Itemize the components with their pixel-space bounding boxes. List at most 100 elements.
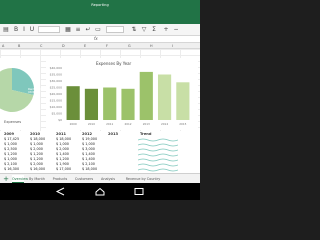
bar-2014[interactable] (157, 74, 172, 121)
table-cell[interactable]: $ 1,400 (82, 157, 95, 161)
y-tick-label: $15,000 (50, 99, 62, 103)
bar-2015[interactable] (176, 82, 190, 120)
column-header[interactable]: B (18, 44, 20, 48)
table-cell[interactable]: $ 17,000 (56, 167, 71, 171)
bar-2009[interactable] (66, 86, 80, 120)
table-cell[interactable]: $ 3,000 (82, 147, 95, 151)
android-nav-bar (0, 183, 200, 200)
add-sheet-button[interactable]: + (2, 175, 10, 183)
table-cell[interactable]: $ 1,200 (4, 152, 17, 156)
table-cell[interactable]: $ 1,200 (56, 157, 69, 161)
table-cell[interactable]: $ 1,200 (30, 157, 43, 161)
sheet-tabs: + Overview By Month Products Customers A… (0, 173, 200, 183)
table-cell[interactable]: $ 2,000 (30, 147, 43, 151)
table-cell[interactable]: $ 18,000 (56, 137, 71, 141)
pie-chart-card[interactable]: Rent and Utilities Expenses (0, 58, 41, 130)
table-cell[interactable]: $ 2,500 (4, 147, 17, 151)
formula-bar[interactable]: fx (0, 36, 200, 43)
bar-2012[interactable] (121, 88, 135, 120)
tab-products[interactable]: Products (50, 175, 70, 183)
sparkline (138, 138, 178, 142)
x-tick-label: 2011 (106, 122, 113, 126)
table-cell[interactable]: $ 1,000 (4, 142, 17, 146)
filter-icon[interactable]: ▽ (140, 26, 148, 34)
sparkline (138, 163, 178, 167)
insert-icon[interactable]: + (162, 26, 170, 34)
sparkline (138, 153, 178, 157)
column-header[interactable]: A (2, 44, 4, 48)
tab-overview[interactable]: Overview (12, 175, 28, 183)
table-cell[interactable]: $ 18,000 (82, 167, 97, 171)
table-cell[interactable]: $ 2,000 (56, 147, 69, 151)
bar-2010[interactable] (84, 88, 99, 120)
table-header: 2009 (4, 132, 15, 136)
bar-chart: $0 $5,000 $10,000 $15,000 $20,000 $25,000 $30,… (50, 66, 190, 126)
table-cell[interactable]: $ 1,200 (30, 152, 43, 156)
tab-customers[interactable]: Customers (72, 175, 96, 183)
app-window: Reporting File Home Review View ▤ B I U … (0, 0, 200, 200)
tab-revenue-by-country[interactable]: Revenue by Country (120, 175, 166, 183)
merge-icon[interactable]: ▭ (94, 26, 102, 34)
column-header[interactable]: H (150, 44, 153, 48)
table-cell[interactable]: $ 1,400 (56, 152, 69, 156)
number-format-box[interactable] (106, 26, 124, 33)
x-tick-label: 2010 (88, 122, 95, 126)
bold-icon[interactable]: B (12, 26, 20, 34)
pie-label: Rent and Utilities (28, 87, 41, 94)
home-icon[interactable] (93, 187, 107, 196)
paste-icon[interactable]: ▤ (2, 26, 10, 34)
table-cell[interactable]: $ 1,000 (82, 142, 95, 146)
table-cell[interactable]: $ 1,000 (56, 142, 69, 146)
table-header: 2013 (108, 132, 119, 136)
x-tick-label: 2015 (179, 122, 186, 126)
sparkline (138, 158, 178, 162)
y-tick-label: $5,000 (52, 112, 63, 116)
table-cell[interactable]: $ 2,100 (4, 162, 17, 166)
column-header[interactable]: C (40, 44, 42, 48)
column-header[interactable]: G (128, 44, 131, 48)
underline-icon[interactable]: U (28, 26, 36, 34)
tab-analysis[interactable]: Analysis (98, 175, 118, 183)
table-header: 2010 (30, 132, 41, 136)
table-cell[interactable]: $ 1,400 (82, 152, 95, 156)
align-icon[interactable]: ≡ (74, 26, 82, 34)
table-cell[interactable]: $ 2,000 (30, 162, 43, 166)
y-tick-label: $30,000 (50, 79, 62, 83)
tab-by-month[interactable]: By Month (26, 175, 48, 183)
table-cell[interactable]: $ 16,000 (30, 167, 45, 171)
table-cell[interactable]: $ 1,900 (56, 162, 69, 166)
bar-2013[interactable] (139, 71, 153, 120)
column-header[interactable]: F (106, 44, 108, 48)
bar-2011[interactable] (103, 87, 117, 121)
x-tick-label: 2013 (143, 122, 150, 126)
function-icon: fx (94, 36, 98, 41)
x-tick-label: 2014 (161, 122, 168, 126)
document-title: Reporting (91, 3, 109, 7)
italic-icon[interactable]: I (20, 26, 28, 34)
bar-chart-card[interactable]: Expenses By Year $0 $5,000 $10,000 $15,000 $… (46, 58, 198, 130)
sort-icon[interactable]: ⇅ (130, 26, 138, 34)
table-cell[interactable]: $ 16,300 (4, 167, 19, 171)
wrap-icon[interactable]: ↵ (84, 26, 92, 34)
y-tick-label: $20,000 (50, 92, 62, 96)
table-cell[interactable]: $ 19,000 (82, 137, 97, 141)
sum-icon[interactable]: Σ (150, 26, 158, 34)
pie-chart-title: Expenses (4, 120, 22, 124)
table-cell[interactable]: $ 17,425 (4, 137, 19, 141)
table-cell[interactable]: $ 1,000 (4, 157, 17, 161)
column-header[interactable]: D (62, 44, 65, 48)
title-bar: Reporting (0, 0, 200, 15)
column-header[interactable]: I (172, 44, 173, 48)
back-icon[interactable] (54, 187, 68, 196)
table-cell[interactable]: $ 1,000 (30, 142, 43, 146)
sparkline (138, 143, 178, 147)
column-header[interactable]: E (84, 44, 86, 48)
delete-icon[interactable]: − (172, 26, 180, 34)
recents-icon[interactable] (132, 187, 146, 196)
font-size-box[interactable] (38, 26, 60, 33)
table-header: 2011 (56, 132, 67, 136)
table-cell[interactable]: $ 18,000 (30, 137, 45, 141)
y-tick-label: $35,000 (50, 73, 62, 77)
table-cell[interactable]: $ 2,100 (82, 162, 95, 166)
fill-color-icon[interactable]: ▦ (64, 26, 72, 34)
